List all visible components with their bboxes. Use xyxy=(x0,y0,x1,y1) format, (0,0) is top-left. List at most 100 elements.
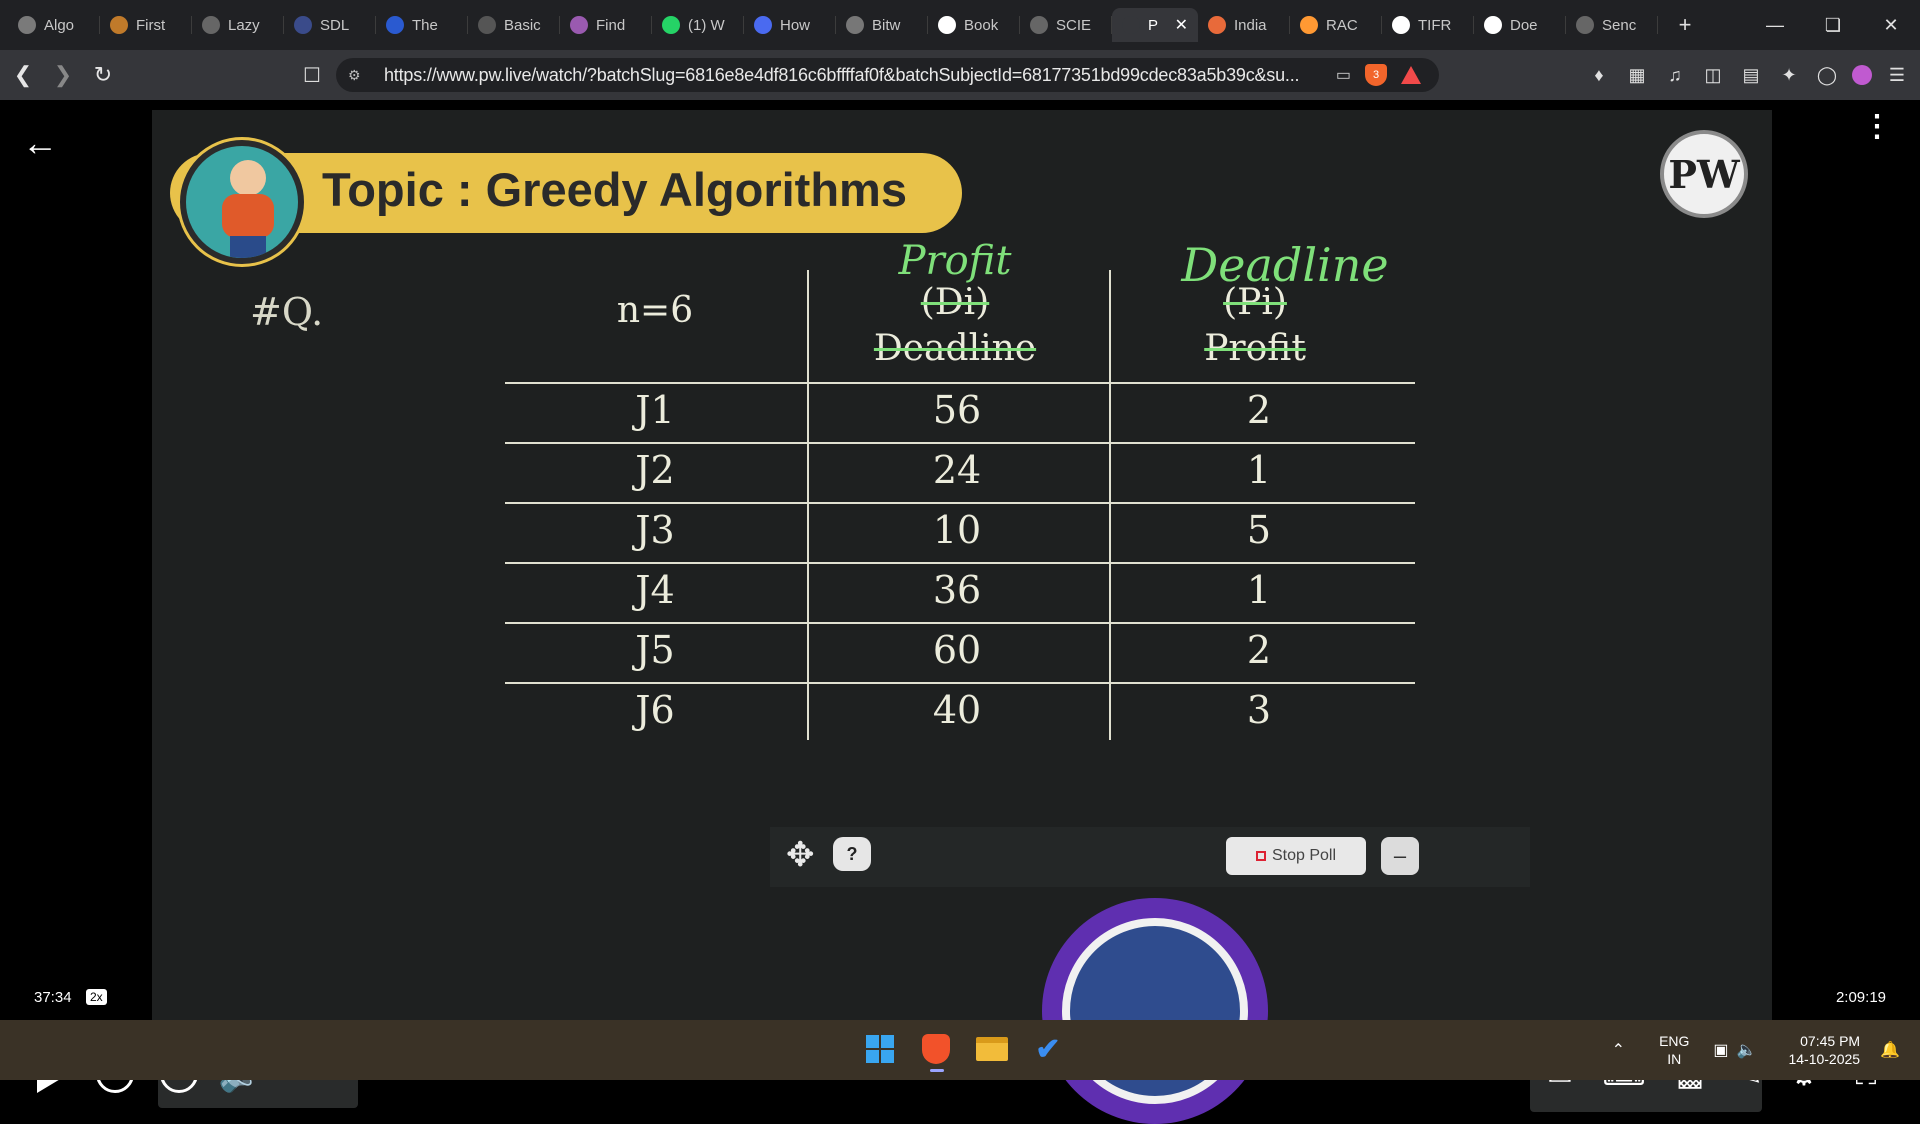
browser-tab[interactable]: (1) W xyxy=(652,8,744,42)
cast-icon[interactable]: ▭ xyxy=(1336,65,1351,85)
table-cell: J3 xyxy=(635,508,675,552)
url-text: https://www.pw.live/watch/?batchSlug=681… xyxy=(384,64,1300,85)
todo-icon[interactable]: ✔ xyxy=(1030,1030,1066,1068)
duration: 2:09:19 xyxy=(1835,989,1886,1006)
minimize-poll-button[interactable]: – xyxy=(1381,837,1419,875)
doc-icon xyxy=(478,16,496,34)
tab-label: Doe xyxy=(1510,16,1538,34)
table-cell: 60 xyxy=(932,628,982,672)
close-tab-icon[interactable]: ✕ xyxy=(1175,15,1188,35)
browser-tab[interactable]: Doe xyxy=(1474,8,1566,42)
start-icon[interactable] xyxy=(862,1030,898,1068)
browser-tab[interactable]: Book xyxy=(928,8,1020,42)
question-label: #Q. xyxy=(250,290,324,334)
wave-icon xyxy=(386,16,404,34)
col2-old-label: Profit xyxy=(1204,328,1306,369)
chevron-up-icon[interactable]: ⌃ xyxy=(1612,1040,1625,1060)
stop-poll-button[interactable]: Stop Poll xyxy=(1226,837,1366,875)
browser-tab[interactable]: Bitw xyxy=(836,8,928,42)
browser-tab[interactable]: SCIE xyxy=(1020,8,1112,42)
browser-tab[interactable]: First xyxy=(100,8,192,42)
brave-browser-icon[interactable] xyxy=(918,1030,954,1072)
chatgpt-icon xyxy=(18,16,36,34)
browser-tab[interactable]: P ✕ xyxy=(1112,8,1198,42)
tab-label: (1) W xyxy=(688,16,725,34)
browser-tab[interactable]: Basic xyxy=(468,8,560,42)
browser-tab[interactable]: Senc xyxy=(1566,8,1658,42)
table-cell: 1 xyxy=(1246,448,1272,492)
browser-tab[interactable]: The xyxy=(376,8,468,42)
table-cell: 10 xyxy=(932,508,982,552)
table-cell: 24 xyxy=(932,448,982,492)
sidebar-icon[interactable]: ◫ xyxy=(1700,62,1726,88)
stop-poll-label: Stop Poll xyxy=(1271,847,1337,864)
bolt-icon xyxy=(110,16,128,34)
file-explorer-icon[interactable] xyxy=(974,1030,1010,1068)
video-player[interactable]: ← ⋮ Topic : Greedy Algorithms PW #Q. n=6… xyxy=(0,100,1920,1124)
vpn-icon[interactable]: ◯ xyxy=(1814,62,1840,88)
speaker-icon xyxy=(1122,16,1140,34)
col1-annotation: Profit xyxy=(898,238,1012,284)
back-arrow-icon[interactable]: ← xyxy=(22,122,58,164)
stripe-icon xyxy=(1208,16,1226,34)
help-button[interactable]: ? xyxy=(833,837,871,871)
notification-bell-icon[interactable]: 🔔 xyxy=(1880,1040,1900,1060)
tab-label: How xyxy=(780,16,811,34)
globe-icon xyxy=(1030,16,1048,34)
table-cell: 3 xyxy=(1246,688,1272,732)
minimize-icon[interactable]: — xyxy=(1746,0,1804,50)
brave-shields-icon[interactable]: 3 xyxy=(1365,64,1387,86)
browser-tab[interactable]: Find xyxy=(560,8,652,42)
playback-speed-badge[interactable]: 2x xyxy=(86,989,107,1005)
tab-label: Find xyxy=(596,16,626,34)
row-divider xyxy=(505,622,1415,624)
back-icon[interactable]: ❮ xyxy=(6,58,40,92)
new-tab-icon[interactable]: + xyxy=(1670,12,1700,38)
leo-ai-icon[interactable]: ✦ xyxy=(1776,62,1802,88)
move-icon[interactable]: ✥ xyxy=(786,835,815,875)
forward-icon[interactable]: ❯ xyxy=(46,58,80,92)
site-settings-icon[interactable]: ⚙ xyxy=(348,67,368,84)
clock[interactable]: 07:45 PM 14-10-2025 xyxy=(1788,1032,1860,1068)
bookmark-icon[interactable]: ☐ xyxy=(300,63,324,87)
reader-icon[interactable]: ▦ xyxy=(1624,62,1650,88)
browser-tab-strip: Algo First Lazy SDL The Basic Find (1) W How Bitw… xyxy=(0,0,1920,50)
restore-icon[interactable]: ❏ xyxy=(1804,0,1862,50)
url-bar[interactable]: ⚙ https://www.pw.live/watch/?batchSlug=6… xyxy=(336,58,1439,92)
tab-label: First xyxy=(136,16,166,34)
mascot-image xyxy=(180,140,304,264)
browser-tab[interactable]: India xyxy=(1198,8,1290,42)
close-window-icon[interactable]: ✕ xyxy=(1862,0,1920,50)
reload-icon[interactable]: ↻ xyxy=(86,58,120,92)
network-volume-icons[interactable]: ▣🔈 xyxy=(1713,1040,1764,1060)
music-icon[interactable]: ♫ xyxy=(1662,62,1688,88)
openai-icon xyxy=(1576,16,1594,34)
browser-tab[interactable]: RAC xyxy=(1290,8,1382,42)
more-options-icon[interactable]: ⋮ xyxy=(1862,112,1892,142)
browser-tab[interactable]: Algo xyxy=(8,8,100,42)
browser-tab[interactable]: TIFR xyxy=(1382,8,1474,42)
tab-label: Senc xyxy=(1602,16,1637,34)
tab-label: Basic xyxy=(504,16,541,34)
wallet-icon[interactable]: ▤ xyxy=(1738,62,1764,88)
browser-tab[interactable]: Lazy xyxy=(192,8,284,42)
tab-label: SCIE xyxy=(1056,16,1092,34)
extensions-icon[interactable]: ♦ xyxy=(1586,62,1612,88)
language-indicator[interactable]: ENG IN xyxy=(1659,1032,1689,1068)
col2-old-symbol: (Pi) xyxy=(1223,282,1287,323)
table-cell: 1 xyxy=(1246,568,1272,612)
tab-label: RAC xyxy=(1326,16,1358,34)
browser-tab[interactable]: How xyxy=(744,8,836,42)
pw-logo: PW xyxy=(1660,130,1748,218)
globe-icon xyxy=(202,16,220,34)
browser-tab[interactable]: SDL xyxy=(284,8,376,42)
profile-avatar-icon[interactable] xyxy=(1852,65,1872,85)
tab-label: Book xyxy=(964,16,999,34)
tab-label: The xyxy=(412,16,438,34)
menu-icon[interactable]: ☰ xyxy=(1884,62,1910,88)
col1-old-symbol: (Di) xyxy=(920,282,990,323)
current-time: 37:34 xyxy=(34,989,72,1006)
brave-rewards-icon[interactable] xyxy=(1401,66,1421,84)
bookmark-blue-icon xyxy=(754,16,772,34)
sdl-icon xyxy=(294,16,312,34)
